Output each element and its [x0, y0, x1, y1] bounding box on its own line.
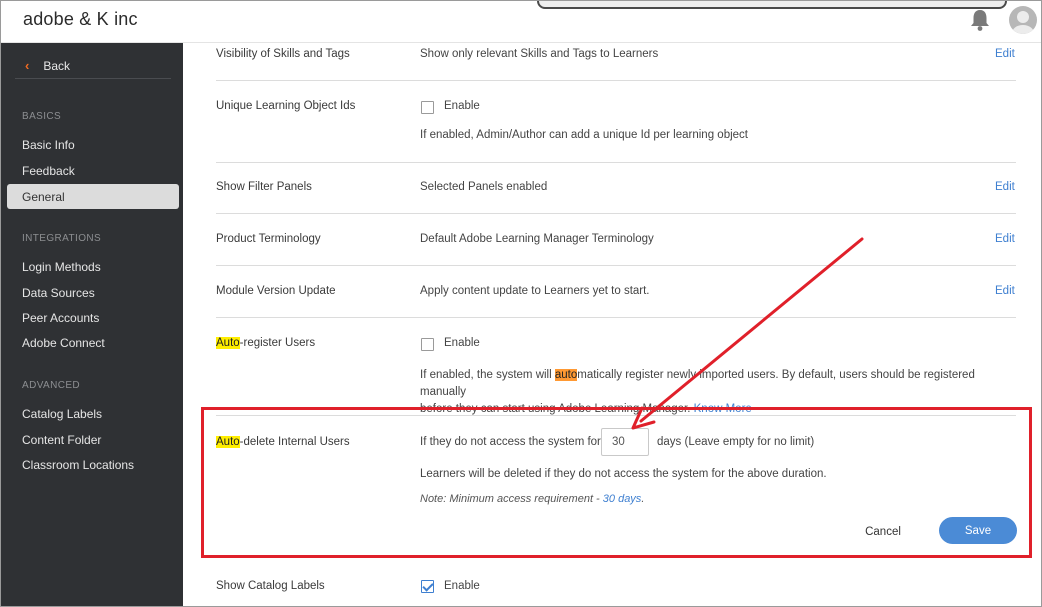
- auto-delete-note: Note: Minimum access requirement - 30 da…: [420, 493, 644, 505]
- filter-panels-label: Show Filter Panels: [216, 181, 312, 193]
- label-rest: -register Users: [239, 337, 316, 349]
- know-more-link[interactable]: Know More: [694, 403, 752, 415]
- avatar[interactable]: [1009, 6, 1037, 34]
- sidebar-item-login-methods[interactable]: Login Methods: [22, 260, 101, 274]
- sidebar-item-peer-accounts[interactable]: Peer Accounts: [22, 311, 99, 325]
- auto-register-desc: If enabled, the system will automaticall…: [420, 367, 1020, 418]
- section-basics: BASICS: [22, 111, 62, 122]
- back-label: Back: [43, 58, 71, 73]
- terminology-value: Default Adobe Learning Manager Terminolo…: [420, 233, 654, 245]
- save-button[interactable]: Save: [939, 517, 1017, 544]
- app-title: adobe & K inc: [23, 9, 138, 29]
- top-header: adobe & K inc: [1, 1, 1041, 43]
- days-input[interactable]: [601, 428, 649, 456]
- highlight: auto: [554, 369, 578, 381]
- module-version-value: Apply content update to Learners yet to …: [420, 285, 650, 297]
- cancel-button[interactable]: Cancel: [855, 520, 911, 544]
- chevron-left-icon: ‹: [25, 58, 30, 73]
- sidebar-item-classroom-locations[interactable]: Classroom Locations: [22, 458, 134, 472]
- sidebar-item-data-sources[interactable]: Data Sources: [22, 286, 95, 300]
- section-advanced: ADVANCED: [22, 380, 81, 391]
- desc-text: If enabled, the system will: [420, 369, 555, 381]
- auto-delete-desc: Learners will be deleted if they do not …: [420, 468, 827, 480]
- auto-register-checkbox[interactable]: [421, 338, 434, 351]
- terminology-label: Product Terminology: [216, 233, 321, 245]
- divider: [216, 80, 1016, 81]
- note-link[interactable]: 30 days: [603, 493, 642, 505]
- sidebar-item-basic-info[interactable]: Basic Info: [22, 138, 75, 152]
- unique-ids-desc: If enabled, Admin/Author can add a uniqu…: [420, 129, 748, 141]
- highlight: Auto: [216, 436, 240, 448]
- auto-delete-suffix: days (Leave empty for no limit): [657, 436, 815, 448]
- unique-ids-label: Unique Learning Object Ids: [216, 100, 356, 112]
- app-window: adobe & K inc ‹ Back BASICS Basic Info F…: [0, 0, 1042, 607]
- visibility-edit-link[interactable]: Edit: [995, 48, 1015, 60]
- terminology-edit-link[interactable]: Edit: [995, 233, 1015, 245]
- visibility-label: Visibility of Skills and Tags: [216, 48, 350, 60]
- note-text: Note: Minimum access requirement -: [420, 493, 603, 505]
- unique-ids-checkbox[interactable]: [421, 101, 434, 114]
- filter-panels-edit-link[interactable]: Edit: [995, 181, 1015, 193]
- section-integrations: INTEGRATIONS: [22, 233, 102, 244]
- divider: [216, 213, 1016, 214]
- catalog-labels-label: Show Catalog Labels: [216, 580, 325, 592]
- divider: [216, 265, 1016, 266]
- auto-delete-label: Auto-delete Internal Users: [216, 436, 350, 448]
- back-button[interactable]: ‹ Back: [15, 53, 171, 79]
- catalog-labels-checkbox[interactable]: [421, 580, 434, 593]
- divider: [216, 317, 1016, 318]
- auto-delete-prefix: If they do not access the system for: [420, 436, 601, 448]
- user-icon: [1012, 11, 1034, 34]
- sidebar-item-catalog-labels[interactable]: Catalog Labels: [22, 407, 102, 421]
- highlight: Auto: [216, 337, 240, 349]
- catalog-labels-enable-label: Enable: [444, 580, 480, 592]
- label-rest: -delete Internal Users: [239, 436, 350, 448]
- module-version-label: Module Version Update: [216, 285, 336, 297]
- unique-ids-enable-label: Enable: [444, 100, 480, 112]
- divider: [216, 415, 1016, 416]
- divider: [216, 162, 1016, 163]
- visibility-value: Show only relevant Skills and Tags to Le…: [420, 48, 659, 60]
- sidebar-item-feedback[interactable]: Feedback: [22, 164, 75, 178]
- bell-icon[interactable]: [969, 8, 991, 32]
- auto-register-label: Auto-register Users: [216, 337, 315, 349]
- settings-panel: Visibility of Skills and Tags Show only …: [183, 43, 1041, 606]
- sidebar-item-adobe-connect[interactable]: Adobe Connect: [22, 336, 105, 350]
- sidebar-item-general[interactable]: General: [7, 184, 179, 209]
- note-text: .: [641, 493, 645, 505]
- sidebar-item-content-folder[interactable]: Content Folder: [22, 433, 101, 447]
- search-bar[interactable]: [537, 1, 1007, 9]
- auto-register-enable-label: Enable: [444, 337, 480, 349]
- module-version-edit-link[interactable]: Edit: [995, 285, 1015, 297]
- filter-panels-value: Selected Panels enabled: [420, 181, 548, 193]
- sidebar: ‹ Back BASICS Basic Info Feedback Genera…: [1, 43, 183, 606]
- desc-text: before they can start using Adobe Learni…: [420, 403, 691, 415]
